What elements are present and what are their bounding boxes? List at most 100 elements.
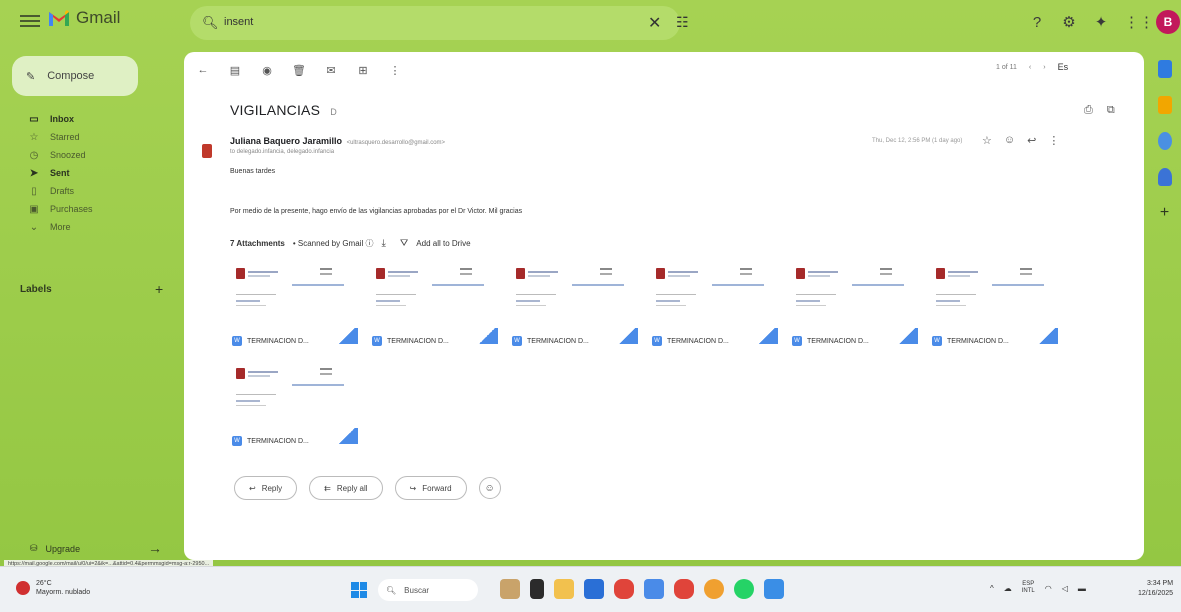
report-spam-icon[interactable]: ◉	[260, 64, 274, 77]
account-avatar[interactable]: B	[1156, 10, 1180, 34]
gemini-icon[interactable]: ✦	[1092, 13, 1110, 31]
add-to-drive-icon[interactable]: ⛛	[400, 238, 408, 249]
mail-app-icon[interactable]	[644, 579, 664, 599]
sidebar-item-snoozed[interactable]: ◷ Snoozed	[0, 146, 180, 164]
next-icon[interactable]: ›	[1043, 64, 1045, 71]
search-options-icon[interactable]: ☷	[676, 14, 689, 31]
labels-heading: Labels	[20, 284, 52, 295]
weather-widget[interactable]: 26°C Mayorm. nublado	[16, 579, 90, 597]
emoji-reaction-button[interactable]: ☺	[478, 477, 501, 499]
chrome-icon[interactable]	[704, 579, 724, 599]
attachment-thumbnail	[792, 264, 918, 324]
attachment-card[interactable]: W TERMINACION D...	[652, 264, 778, 354]
search-input[interactable]: insent	[224, 16, 253, 28]
gmail-logo[interactable]: Gmail	[48, 8, 120, 28]
reply-icon[interactable]: ↩	[1027, 134, 1036, 147]
open-new-window-icon[interactable]: ⧉	[1107, 104, 1115, 117]
back-icon[interactable]: ←	[196, 64, 210, 76]
attachment-card[interactable]: W TERMINACION D...	[232, 264, 358, 354]
more-options-icon[interactable]: ⋮	[388, 64, 402, 77]
store-icon[interactable]	[584, 579, 604, 599]
chevron-up-icon[interactable]: ^	[990, 584, 994, 593]
attachment-card[interactable]: W TERMINACION D...	[232, 364, 358, 454]
onedrive-icon[interactable]: ☁	[1004, 584, 1012, 593]
whatsapp-icon[interactable]	[734, 579, 754, 599]
add-label-icon[interactable]: +	[155, 281, 163, 297]
send-icon: ➤	[29, 167, 39, 179]
draft-icon: ▯	[31, 185, 37, 197]
attachment-card[interactable]: W TERMINACION D...	[512, 264, 638, 354]
keep-icon[interactable]	[1157, 96, 1172, 114]
attachment-name: TERMINACION D...	[667, 337, 729, 345]
message-actions: ☆ ☺ ↩ ⋮	[982, 134, 1059, 147]
taskbar-clock[interactable]: 3:34 PM 12/16/2025	[1138, 579, 1173, 599]
sidebar-item-purchases[interactable]: ▣ Purchases	[0, 200, 180, 218]
app-icon[interactable]	[764, 579, 784, 599]
file-explorer-icon[interactable]	[554, 579, 574, 599]
battery-icon[interactable]: ▬	[1078, 584, 1086, 593]
email-view: ← ▤ ◉ 🗑︎ ✉ ⊞ ⋮ 1 of 11 ‹ › Es VIGILANCIA…	[184, 52, 1144, 560]
sidebar-item-inbox[interactable]: ▭ Inbox	[0, 110, 180, 128]
main-menu-icon[interactable]	[20, 12, 40, 28]
help-icon[interactable]: ?	[1028, 14, 1046, 31]
attachment-card[interactable]: W TERMINACION D...	[792, 264, 918, 354]
prev-icon[interactable]: ‹	[1029, 64, 1031, 71]
compose-button[interactable]: ✎ Compose	[12, 56, 138, 96]
print-icon[interactable]: ⎙	[1084, 104, 1093, 117]
sender-name[interactable]: Juliana Baquero Jaramillo	[230, 136, 342, 146]
add-to-drive-label[interactable]: Add all to Drive	[416, 239, 470, 248]
move-to-icon[interactable]: ⊞	[356, 64, 370, 77]
wifi-icon[interactable]: ◠	[1045, 584, 1052, 593]
recipients-line[interactable]: to delegado.infancia, delegado.infancia	[230, 149, 334, 155]
word-doc-icon: W	[232, 436, 242, 446]
star-icon: ☆	[29, 131, 39, 143]
scanned-label: • Scanned by Gmail ⓘ	[292, 239, 374, 248]
task-view-icon[interactable]	[530, 579, 544, 599]
brave-browser-icon[interactable]	[674, 579, 694, 599]
upgrade-label: Upgrade	[45, 543, 81, 554]
settings-icon[interactable]: ⚙	[1060, 13, 1078, 31]
sidebar-item-label: Drafts	[50, 186, 75, 196]
attachment-thumbnail	[932, 264, 1058, 324]
input-language-select[interactable]: Es	[1058, 62, 1069, 72]
calendar-icon[interactable]	[1157, 60, 1172, 78]
weather-desc: Mayorm. nublado	[36, 589, 91, 596]
star-icon[interactable]: ☆	[982, 134, 992, 147]
label-tag[interactable]: D	[330, 107, 337, 117]
more-options-icon[interactable]: ⋮	[1048, 134, 1059, 147]
taskbar-search[interactable]: 🔍︎ Buscar	[378, 579, 478, 601]
reply-button[interactable]: ↩ Reply	[234, 476, 298, 500]
widgets-app-icon[interactable]	[500, 579, 520, 599]
forward-button[interactable]: ↪ Forward	[394, 476, 467, 500]
add-addon-icon[interactable]: +	[1148, 204, 1181, 222]
windows-start-icon[interactable]	[351, 582, 367, 598]
emoji-react-icon[interactable]: ☺	[1004, 134, 1015, 147]
clear-search-icon[interactable]: ✕	[648, 13, 661, 33]
archive-icon[interactable]: ▤	[228, 64, 242, 77]
brave-browser-icon[interactable]	[614, 579, 634, 599]
word-doc-icon: W	[932, 336, 942, 346]
search-bar[interactable]: 🔍︎ insent ✕ ☷	[190, 6, 689, 40]
reply-all-button[interactable]: ⇇ Reply all	[309, 476, 383, 500]
page-fold-icon	[896, 328, 918, 344]
sidebar-item-drafts[interactable]: ▯ Drafts	[0, 182, 180, 200]
attachment-card[interactable]: W TERMINACION D...	[372, 264, 498, 354]
mark-unread-icon[interactable]: ✉	[324, 64, 338, 77]
subject-actions: ⎙ ⧉	[1084, 104, 1115, 117]
arrow-right-icon[interactable]: →	[148, 540, 162, 556]
delete-icon[interactable]: 🗑︎	[292, 64, 306, 77]
volume-icon[interactable]: ◁	[1062, 584, 1068, 593]
input-language-indicator[interactable]: ESP INTL	[1022, 581, 1035, 595]
search-icon[interactable]: 🔍︎	[202, 15, 219, 31]
sidebar-item-more[interactable]: ⌄ More	[0, 218, 180, 236]
contacts-icon[interactable]	[1157, 168, 1172, 186]
email-body: Por medio de la presente, hago envío de …	[230, 208, 523, 215]
download-all-icon[interactable]: ⤓	[381, 238, 385, 249]
apps-icon[interactable]: ⋮⋮	[1124, 13, 1154, 31]
upgrade-button[interactable]: ⛁ Upgrade	[30, 543, 80, 554]
sidebar-item-sent[interactable]: ➤ Sent	[0, 164, 180, 182]
attachment-card[interactable]: W TERMINACION D...	[932, 264, 1058, 354]
sender-avatar[interactable]	[202, 144, 212, 158]
tasks-icon[interactable]	[1157, 132, 1172, 150]
sidebar-item-starred[interactable]: ☆ Starred	[0, 128, 180, 146]
